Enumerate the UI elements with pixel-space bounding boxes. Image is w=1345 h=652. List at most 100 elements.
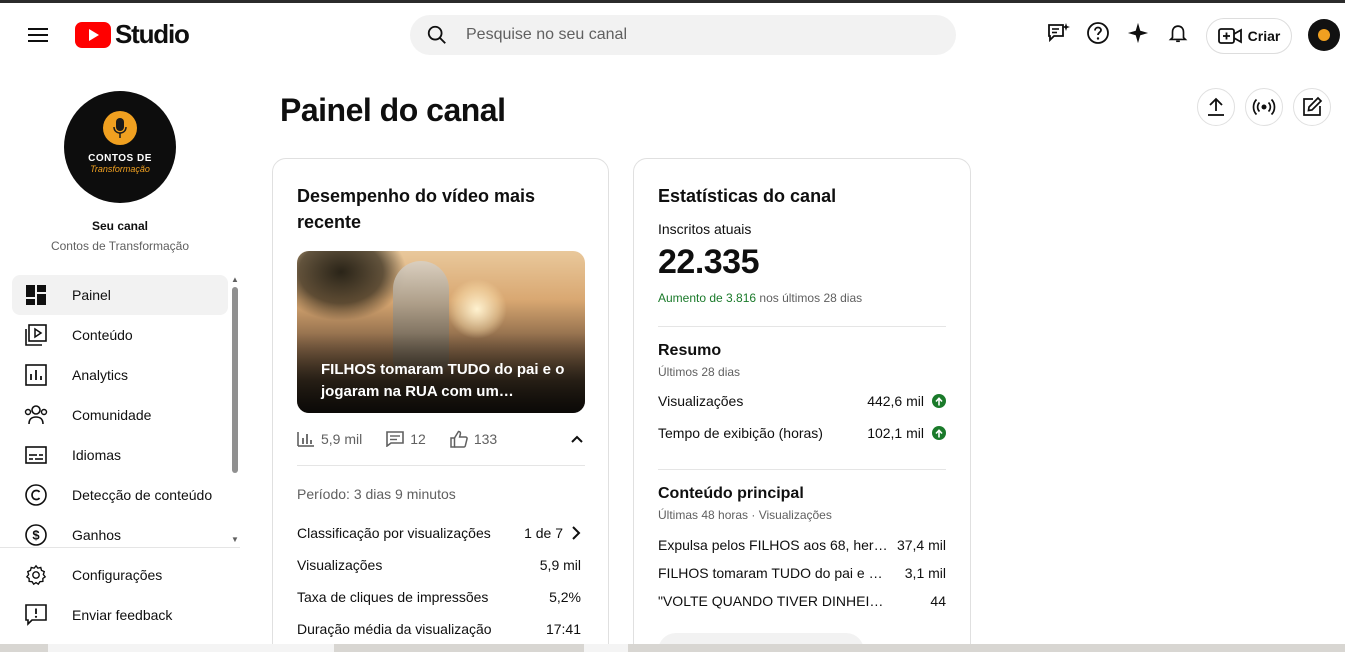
account-avatar[interactable]	[1308, 19, 1340, 51]
arrow-up-icon	[932, 394, 946, 408]
search-input[interactable]: Pesquise no seu canal	[466, 26, 627, 44]
card-title: Estatísticas do canal	[658, 186, 837, 206]
youtube-play-icon	[75, 21, 111, 48]
views-value: 442,6 mil	[867, 393, 924, 409]
sidebar-scrollbar[interactable]	[232, 287, 238, 473]
page-title: Painel do canal	[280, 92, 506, 128]
sidebar-divider	[0, 547, 240, 548]
content-icon	[24, 323, 48, 347]
collapse-button[interactable]	[569, 431, 585, 450]
likes-count: 133	[473, 431, 498, 447]
metric-label: Classificação por visualizações	[297, 525, 491, 541]
card-title: Desempenho do vídeo mais recente	[297, 186, 536, 232]
summary-row-views: Visualizações 442,6 mil	[658, 393, 946, 409]
go-live-button[interactable]	[1245, 88, 1283, 126]
top-content-subtitle: Últimas 48 horas · Visualizações	[658, 508, 832, 522]
earn-icon: $	[24, 523, 48, 547]
ai-button[interactable]	[1124, 19, 1152, 47]
content-title: "VOLTE QUANDO TIVER DINHEIRO" …	[658, 593, 888, 609]
summary-value: 442,6 mil	[867, 393, 946, 409]
sidebar-item-idiomas[interactable]: Idiomas	[12, 435, 228, 475]
views-stat: 5,9 mil	[297, 431, 362, 447]
sidebar-item-configuracoes[interactable]: Configurações	[12, 555, 228, 595]
sidebar-item-deteccao[interactable]: Detecção de conteúdo	[12, 475, 228, 515]
sidebar: CONTOS DE Transformação Seu canal Contos…	[0, 65, 240, 645]
content-views: 3,1 mil	[904, 565, 946, 581]
your-channel-label: Seu canal	[91, 219, 149, 233]
channel-logo-icon	[1318, 29, 1330, 41]
menu-button[interactable]	[20, 17, 56, 53]
sidebar-item-label: Painel	[72, 287, 111, 303]
help-icon	[1087, 22, 1109, 44]
top-content-title: Conteúdo principal	[658, 485, 804, 502]
sidebar-item-label: Ganhos	[72, 527, 122, 543]
subscribers-count: 22.335	[658, 243, 760, 281]
sidebar-item-analytics[interactable]: Analytics	[12, 355, 228, 395]
content-title: Expulsa pelos FILHOS aos 68, herd…	[658, 537, 888, 553]
subscribers-growth: Aumento de 3.816 nos últimos 28 dias	[658, 291, 862, 305]
community-icon	[24, 403, 48, 427]
sidebar-item-feedback[interactable]: Enviar feedback	[12, 595, 228, 635]
summary-title: Resumo	[658, 342, 722, 359]
scroll-down-arrow[interactable]: ▼	[231, 535, 239, 544]
sidebar-item-painel[interactable]: Painel	[12, 275, 228, 315]
upload-button[interactable]	[1197, 88, 1235, 126]
sidebar-bottom-nav: Configurações Enviar feedback	[12, 555, 228, 635]
thumbnail-sunlight	[447, 279, 507, 339]
chat-sparkle-icon	[1048, 23, 1070, 43]
search-bar[interactable]: Pesquise no seu canal	[410, 15, 956, 55]
messages-button[interactable]	[1044, 19, 1072, 47]
top-content-row[interactable]: Expulsa pelos FILHOS aos 68, herd… 37,4 …	[658, 537, 946, 553]
views-count: 5,9 mil	[321, 431, 363, 447]
metric-value: 1 de 7	[524, 525, 581, 541]
latest-video-card: Desempenho do vídeo mais recente FILHOS …	[272, 158, 609, 652]
logo-text: Studio	[115, 19, 190, 49]
content-views: 44	[930, 593, 946, 609]
comments-count: 12	[410, 431, 426, 447]
sidebar-item-label: Enviar feedback	[72, 607, 173, 623]
metric-value: 5,9 mil	[539, 557, 581, 573]
create-label: Criar	[1247, 28, 1281, 44]
video-title: FILHOS tomaram TUDO do pai e o jogaram n…	[321, 361, 565, 400]
card-divider	[658, 326, 946, 327]
top-content-row[interactable]: FILHOS tomaram TUDO do pai e o j… 3,1 mi…	[658, 565, 946, 581]
comments-stat: 12	[386, 431, 426, 447]
sidebar-item-label: Conteúdo	[72, 327, 133, 343]
os-taskbar	[0, 644, 1345, 652]
notifications-button[interactable]	[1164, 19, 1192, 47]
channel-avatar[interactable]: CONTOS DE Transformação	[64, 91, 176, 203]
copyright-icon	[24, 483, 48, 507]
top-content-row[interactable]: "VOLTE QUANDO TIVER DINHEIRO" … 44	[658, 593, 946, 609]
metric-row-rank[interactable]: Classificação por visualizações 1 de 7	[297, 525, 581, 541]
sidebar-item-comunidade[interactable]: Comunidade	[12, 395, 228, 435]
comment-icon	[386, 431, 405, 447]
growth-period: nos últimos 28 dias	[756, 291, 863, 305]
sidebar-item-conteudo[interactable]: Conteúdo	[12, 315, 228, 355]
edit-icon	[1303, 96, 1323, 116]
subtitles-icon	[24, 443, 48, 467]
sidebar-item-label: Configurações	[72, 567, 163, 583]
metric-label: Taxa de cliques de impressões	[297, 589, 489, 605]
chevron-right-icon	[572, 526, 581, 540]
content-title: FILHOS tomaram TUDO do pai e o j…	[658, 565, 888, 581]
avatar-logo-text: CONTOS DE	[88, 152, 152, 164]
scroll-up-arrow[interactable]: ▲	[231, 275, 239, 284]
video-thumbnail[interactable]: FILHOS tomaram TUDO do pai e o jogaram n…	[297, 251, 585, 413]
card-divider	[658, 469, 946, 470]
create-post-button[interactable]	[1293, 88, 1331, 126]
analytics-icon	[24, 363, 48, 387]
help-button[interactable]	[1084, 19, 1112, 47]
sidebar-item-label: Detecção de conteúdo	[72, 487, 213, 503]
summary-label: Visualizações	[658, 393, 744, 409]
feedback-icon	[24, 603, 48, 627]
studio-logo[interactable]: Studio	[75, 19, 190, 50]
create-button[interactable]: Criar	[1206, 18, 1292, 54]
microphone-icon	[103, 110, 137, 145]
taskbar-segment	[584, 644, 628, 652]
channel-stats-card: Estatísticas do canal Inscritos atuais 2…	[633, 158, 971, 652]
svg-text:$: $	[32, 528, 40, 543]
sidebar-item-ganhos[interactable]: $ Ganhos	[12, 515, 228, 555]
metric-label: Visualizações	[297, 557, 383, 573]
avatar-logo-script: Transformação	[90, 163, 150, 174]
thumbnail-tree	[297, 251, 407, 321]
